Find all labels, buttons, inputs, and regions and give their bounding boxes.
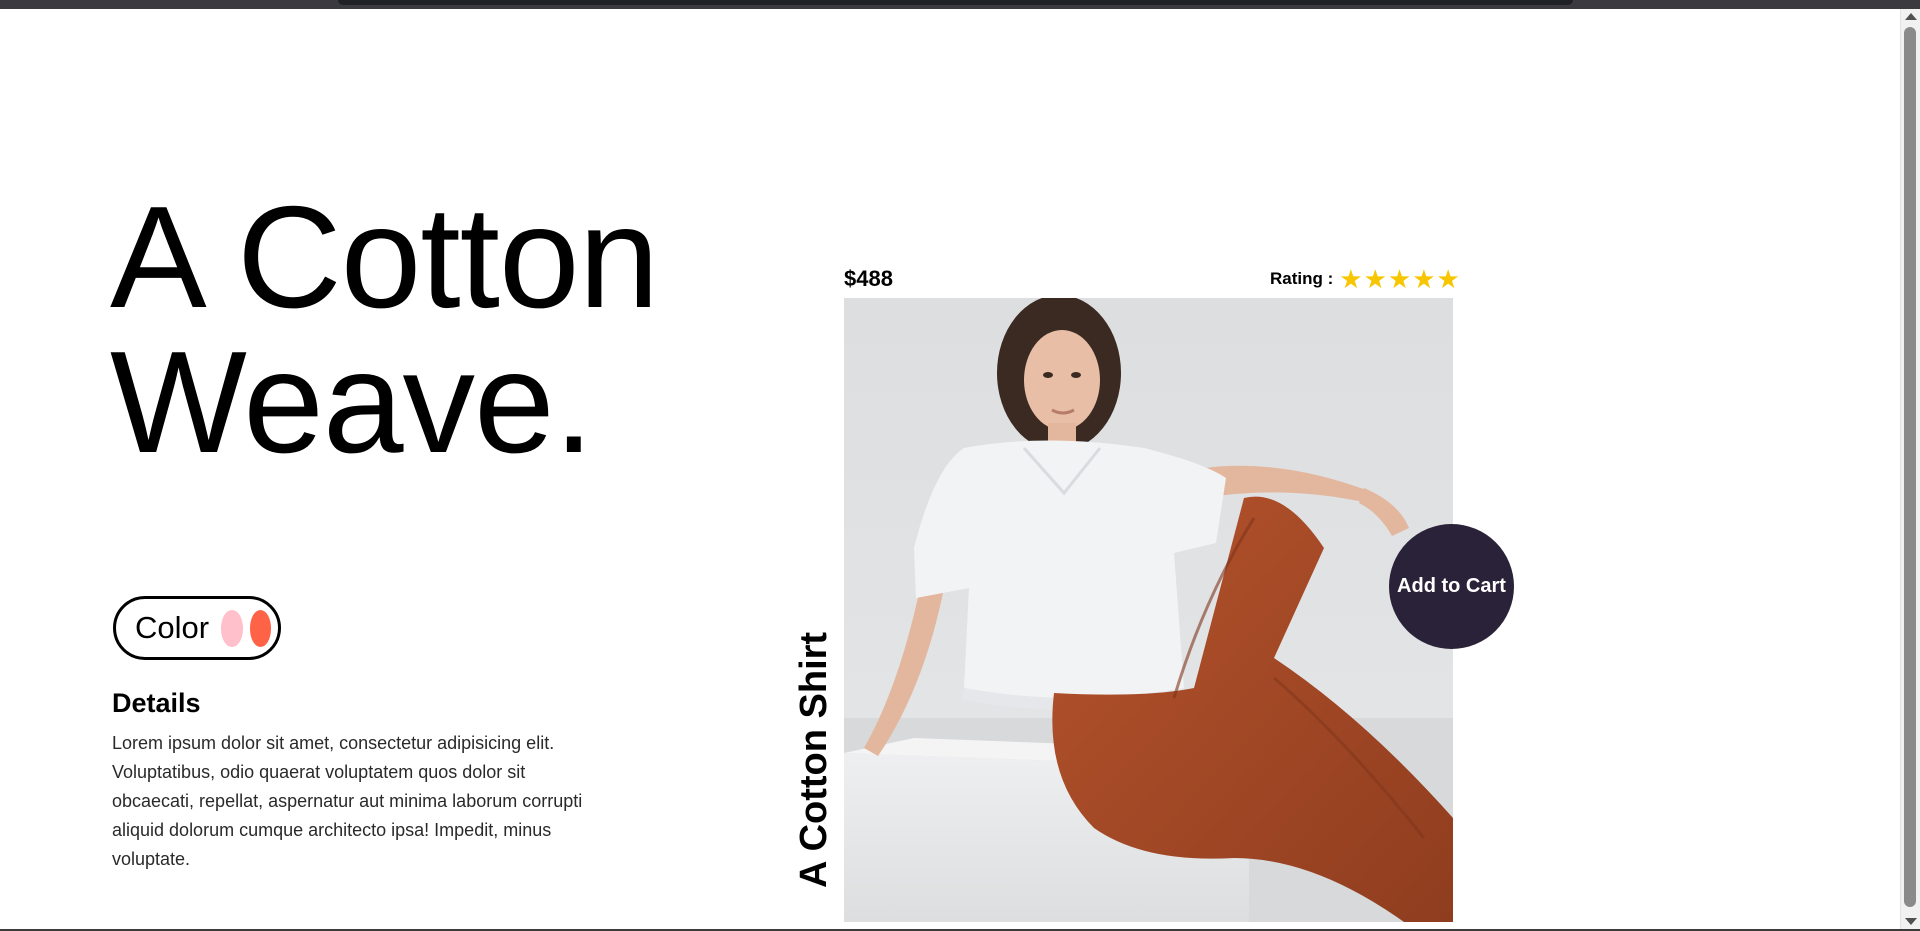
scroll-thumb[interactable] xyxy=(1904,27,1916,907)
product-price: $488 xyxy=(844,266,893,291)
add-to-cart-button[interactable]: Add to Cart xyxy=(1389,524,1514,649)
product-vertical-title: A Cotton Shirt xyxy=(793,631,835,888)
details-description: Lorem ipsum dolor sit amet, consectetur … xyxy=(112,733,583,869)
product-image xyxy=(844,298,1453,922)
star-icon: ★ xyxy=(1412,264,1436,294)
product-rating: Rating : ★ ★ ★ ★ ★ xyxy=(1270,266,1461,292)
hero-title-line-1: A Cotton xyxy=(110,176,659,338)
details-heading: Details xyxy=(112,688,201,718)
star-icon: ★ xyxy=(1387,264,1412,294)
hero-title: A Cotton Weave. xyxy=(110,176,659,483)
browser-tab-strip xyxy=(338,0,1573,5)
scroll-down-arrow-icon[interactable] xyxy=(1905,918,1917,925)
browser-top-bar xyxy=(0,0,1920,9)
color-selector: Color xyxy=(113,596,281,660)
star-icon: ★ xyxy=(1363,264,1387,294)
color-swatch-pink[interactable] xyxy=(221,609,243,647)
star-icon: ★ xyxy=(1339,264,1363,294)
color-swatch-tomato[interactable] xyxy=(249,609,271,647)
rating-label: Rating : xyxy=(1270,269,1334,288)
star-icon: ★ xyxy=(1436,264,1460,294)
color-label: Color xyxy=(135,610,210,645)
hero-title-line-2: Weave. xyxy=(110,321,594,483)
scroll-up-arrow-icon[interactable] xyxy=(1905,13,1917,20)
vertical-scrollbar[interactable] xyxy=(1900,9,1920,929)
model-photo xyxy=(844,298,1453,922)
